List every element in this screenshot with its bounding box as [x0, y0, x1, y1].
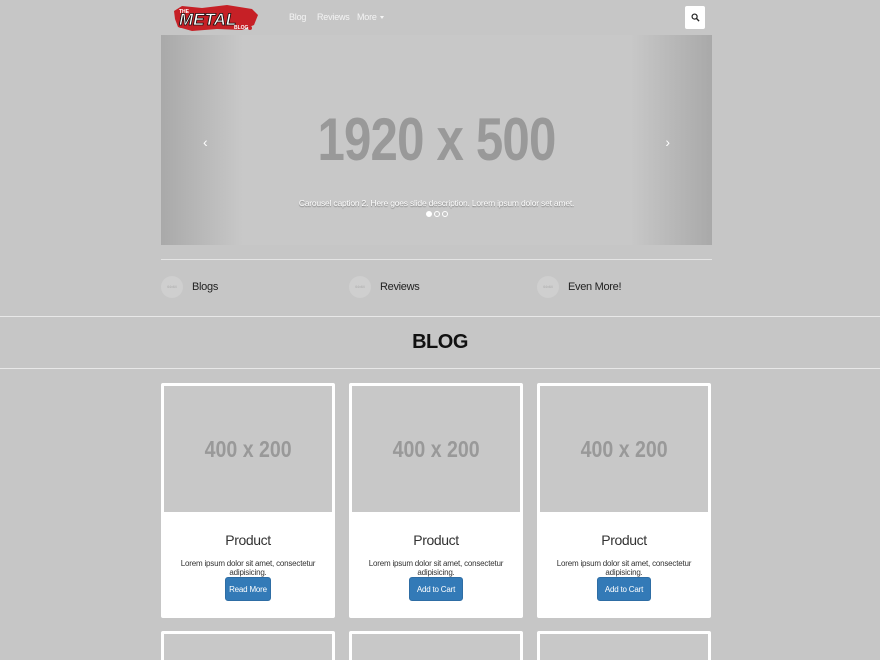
site-logo[interactable]: THE METAL BLOG [172, 3, 260, 33]
product-card [537, 631, 711, 660]
nav-more-label: More [357, 12, 377, 22]
feature-even-more[interactable]: 64x64 Even More! [537, 273, 622, 301]
card-image: 400 x 200 [540, 386, 708, 512]
nav-link-blog[interactable]: Blog [289, 12, 306, 22]
image-placeholder-text: 400 x 200 [392, 435, 480, 462]
feature-image-icon: 64x64 [537, 276, 559, 298]
carousel-caption: Carousel caption 2. Here goes slide desc… [298, 198, 575, 208]
section-title: BLOG [412, 331, 468, 353]
logo-small-bottom: BLOG [234, 25, 249, 31]
search-button[interactable] [685, 6, 705, 29]
card-description: Lorem ipsum dolor sit amet, consectetur … [180, 559, 316, 577]
image-placeholder-text: 400 x 200 [580, 435, 668, 462]
product-card: 400 x 200 Product Lorem ipsum dolor sit … [537, 383, 711, 618]
card-description: Lorem ipsum dolor sit amet, consectetur … [556, 559, 692, 577]
card-title: Product [225, 532, 271, 548]
card-image: 400 x 200 [164, 386, 332, 512]
feature-blogs[interactable]: 64x64 Blogs [161, 273, 218, 301]
card-image [352, 634, 520, 660]
caret-down-icon [379, 16, 384, 20]
logo-main: METAL [179, 10, 236, 29]
product-card [161, 631, 335, 660]
hero-carousel: 1920 x 500 ‹ › Carousel caption 2. Here … [161, 35, 712, 245]
card-image [540, 634, 708, 660]
card-image [164, 634, 332, 660]
card-image: 400 x 200 [352, 386, 520, 512]
read-more-button[interactable]: Read More [225, 577, 271, 601]
blog-section-header: BLOG [0, 316, 880, 369]
carousel-indicator[interactable] [433, 211, 440, 217]
card-description: Lorem ipsum dolor sit amet, consectetur … [368, 559, 504, 577]
nav-link-reviews[interactable]: Reviews [317, 12, 350, 22]
carousel-indicators [161, 211, 712, 217]
carousel-indicator[interactable] [441, 211, 448, 217]
search-icon [690, 13, 700, 22]
navbar: THE METAL BLOG Blog Reviews More [0, 0, 880, 35]
chevron-left-icon[interactable]: ‹ [203, 134, 208, 150]
feature-label: Blogs [192, 281, 219, 293]
chevron-right-icon[interactable]: › [665, 134, 670, 150]
add-to-cart-button[interactable]: Add to Cart [409, 577, 463, 601]
feature-label: Reviews [380, 281, 420, 293]
carousel-indicator[interactable] [425, 211, 432, 217]
add-to-cart-button[interactable]: Add to Cart [597, 577, 651, 601]
image-placeholder-text: 400 x 200 [204, 435, 292, 462]
card-title: Product [413, 532, 459, 548]
card-title: Product [601, 532, 647, 548]
slide-placeholder-image: 1920 x 500 [317, 106, 556, 173]
nav-dropdown-more[interactable]: More [357, 12, 384, 22]
feature-image-icon: 64x64 [349, 276, 371, 298]
feature-image-icon: 64x64 [161, 276, 183, 298]
product-card: 400 x 200 Product Lorem ipsum dolor sit … [161, 383, 335, 618]
product-card: 400 x 200 Product Lorem ipsum dolor sit … [349, 383, 523, 618]
feature-reviews[interactable]: 64x64 Reviews [349, 273, 420, 301]
divider [161, 259, 712, 260]
feature-label: Even More! [568, 281, 622, 293]
product-card [349, 631, 523, 660]
